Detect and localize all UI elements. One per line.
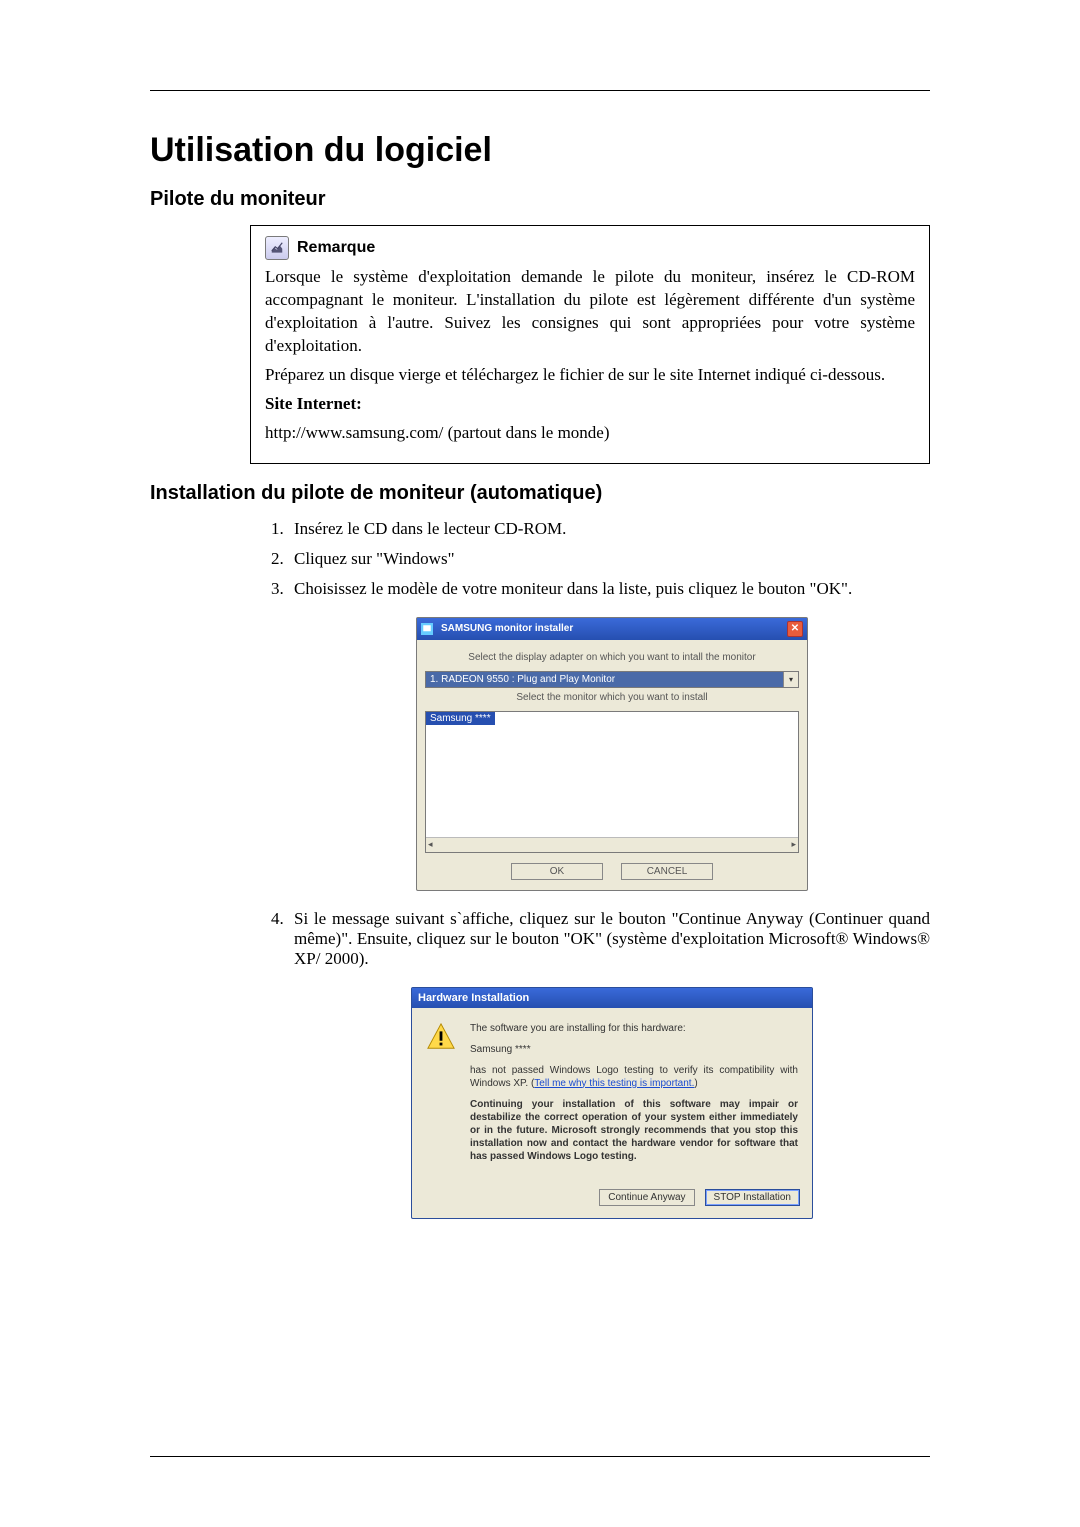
monitor-listbox[interactable]: Samsung **** ◂ ▸ — [425, 711, 799, 853]
site-url: http://www.samsung.com/ (partout dans le… — [265, 422, 915, 445]
scroll-left-icon[interactable]: ◂ — [428, 839, 433, 850]
dialog-title: SAMSUNG monitor installer — [441, 623, 573, 634]
instruction-monitor: Select the monitor which you want to ins… — [425, 692, 799, 703]
close-icon[interactable]: ✕ — [787, 621, 803, 637]
bottom-divider — [150, 1456, 930, 1457]
note-box: Remarque Lorsque le système d'exploitati… — [250, 225, 930, 464]
note-paragraph-2: Préparez un disque vierge et téléchargez… — [265, 364, 915, 387]
note-header: Remarque — [265, 236, 915, 260]
monitor-list-selected-item[interactable]: Samsung **** — [426, 712, 495, 725]
document-page: Utilisation du logiciel Pilote du monite… — [0, 0, 1080, 1527]
section-monitor-driver: Pilote du moniteur — [150, 188, 930, 211]
cancel-button[interactable]: CANCEL — [621, 863, 713, 880]
dialog2-title: Hardware Installation — [412, 988, 812, 1008]
step-3: Choisissez le modèle de votre moniteur d… — [288, 579, 930, 891]
instruction-adapter: Select the display adapter on which you … — [425, 652, 799, 663]
stop-installation-button[interactable]: STOP Installation — [705, 1189, 800, 1206]
warning-logo-post: ) — [694, 1078, 697, 1089]
note-paragraph-1: Lorsque le système d'exploitation demand… — [265, 266, 915, 358]
page-title: Utilisation du logiciel — [150, 131, 930, 170]
continue-anyway-button[interactable]: Continue Anyway — [599, 1189, 694, 1206]
horizontal-scrollbar[interactable]: ◂ ▸ — [426, 837, 798, 852]
chevron-down-icon[interactable]: ▾ — [783, 672, 798, 687]
warning-continue: Continuing your installation of this sof… — [470, 1098, 798, 1163]
hardware-name: Samsung **** — [470, 1043, 798, 1056]
warning-intro: The software you are installing for this… — [470, 1022, 798, 1035]
step-4-text: Si le message suivant s`affiche, cliquez… — [294, 909, 930, 968]
samsung-installer-dialog: SAMSUNG monitor installer ✕ Select the d… — [416, 617, 808, 891]
warning-logo-test: has not passed Windows Logo testing to v… — [470, 1064, 798, 1090]
install-steps-list: Insérez le CD dans le lecteur CD-ROM. Cl… — [250, 519, 930, 1219]
app-icon — [421, 623, 433, 635]
ok-button[interactable]: OK — [511, 863, 603, 880]
step-2: Cliquez sur "Windows" — [288, 549, 930, 569]
why-testing-link[interactable]: Tell me why this testing is important. — [534, 1078, 694, 1089]
step-4: Si le message suivant s`affiche, cliquez… — [288, 909, 930, 1219]
site-label: Site Internet: — [265, 393, 915, 416]
scroll-right-icon[interactable]: ▸ — [791, 839, 796, 850]
warning-icon — [426, 1022, 456, 1052]
dialog-titlebar: SAMSUNG monitor installer ✕ — [417, 618, 807, 640]
step-3-text: Choisissez le modèle de votre moniteur d… — [294, 579, 852, 598]
note-label: Remarque — [297, 237, 375, 259]
top-divider — [150, 90, 930, 91]
section-automatic-install: Installation du pilote de moniteur (auto… — [150, 482, 930, 505]
hardware-installation-dialog: Hardware Installation The software you a… — [411, 987, 813, 1219]
adapter-dropdown-value: 1. RADEON 9550 : Plug and Play Monitor — [425, 671, 799, 688]
note-icon — [265, 236, 289, 260]
step-1: Insérez le CD dans le lecteur CD-ROM. — [288, 519, 930, 539]
adapter-dropdown[interactable]: 1. RADEON 9550 : Plug and Play Monitor ▾ — [425, 671, 799, 688]
